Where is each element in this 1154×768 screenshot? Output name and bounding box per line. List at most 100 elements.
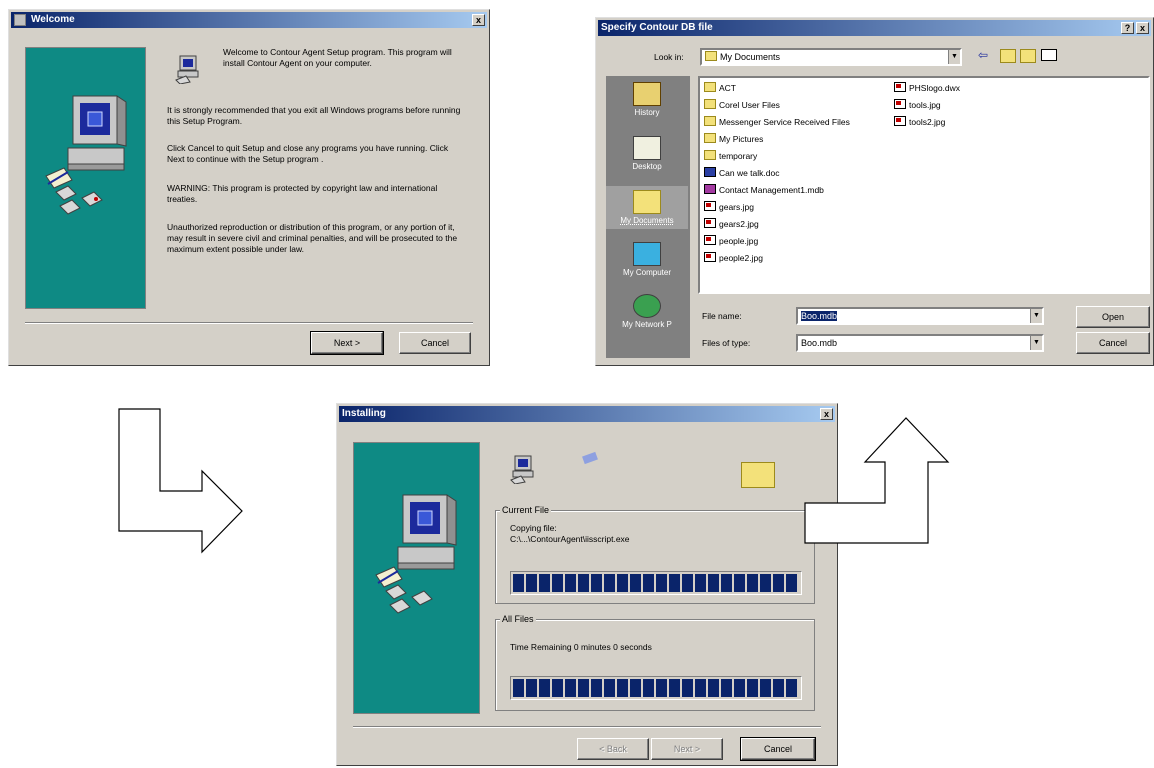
progress-block — [539, 679, 550, 697]
places-bar: History Desktop My Documents My Computer… — [606, 76, 690, 358]
install-icon — [175, 55, 199, 84]
files-of-type-label: Files of type: — [702, 338, 751, 348]
place-network[interactable]: My Network P — [606, 294, 688, 329]
place-desktop[interactable]: Desktop — [606, 136, 688, 171]
installing-window: Installing x Current File Copying file: … — [336, 403, 838, 766]
chevron-down-icon[interactable]: ▼ — [1030, 309, 1042, 323]
file-list-item[interactable]: gears2.jpg — [704, 217, 759, 231]
open-dialog-title: Specify Contour DB file — [601, 22, 713, 33]
file-list-item[interactable]: PHSlogo.dwx — [894, 81, 960, 95]
file-list-item[interactable]: people2.jpg — [704, 251, 763, 265]
progress-block — [786, 574, 797, 592]
place-my-documents[interactable]: My Documents — [606, 186, 688, 229]
progress-block — [513, 574, 524, 592]
progress-block — [786, 679, 797, 697]
open-button[interactable]: Open — [1076, 306, 1150, 328]
computer-illustration-icon — [45, 95, 127, 215]
setup-banner — [353, 442, 480, 714]
progress-block — [721, 679, 732, 697]
image-file-icon — [704, 252, 716, 262]
file-list-item[interactable]: temporary — [704, 149, 757, 163]
progress-block — [721, 574, 732, 592]
chevron-down-icon[interactable]: ▼ — [948, 50, 960, 64]
next-button[interactable]: Next > — [651, 738, 723, 760]
cancel-button[interactable]: Cancel — [1076, 332, 1150, 354]
cancel-button[interactable]: Cancel — [399, 332, 471, 354]
file-list-item[interactable]: ACT — [704, 81, 736, 95]
file-list-item[interactable]: tools.jpg — [894, 98, 941, 112]
close-button[interactable]: x — [472, 14, 485, 26]
progress-block — [617, 679, 628, 697]
image-file-icon — [704, 201, 716, 211]
all-files-label: All Files — [500, 614, 536, 624]
file-name-input[interactable]: Boo.mdb ▼ — [796, 307, 1044, 325]
close-button[interactable]: x — [1136, 22, 1149, 34]
progress-block — [656, 574, 667, 592]
chevron-down-icon[interactable]: ▼ — [1030, 336, 1042, 350]
computer-illustration-icon — [375, 494, 457, 614]
file-name: temporary — [719, 151, 758, 161]
file-name-label: File name: — [702, 311, 742, 321]
file-name: gears.jpg — [719, 202, 754, 212]
folder-icon — [704, 150, 716, 160]
word-doc-icon — [704, 167, 716, 177]
welcome-warning-text: WARNING: This program is protected by co… — [167, 183, 438, 204]
file-name-value: Boo.mdb — [801, 311, 838, 321]
back-arrow-icon[interactable]: ⇦ — [978, 48, 988, 62]
view-menu-icon[interactable] — [1041, 49, 1057, 61]
welcome-title: Welcome — [31, 14, 75, 25]
progress-block — [630, 574, 641, 592]
file-name: people2.jpg — [719, 253, 763, 263]
up-folder-icon[interactable] — [1000, 49, 1016, 63]
flow-arrow-down-right-icon — [118, 408, 243, 554]
file-list-item[interactable]: My Pictures — [704, 132, 763, 146]
help-button[interactable]: ? — [1121, 22, 1134, 34]
progress-block — [578, 574, 589, 592]
progress-block — [565, 574, 576, 592]
files-of-type-select[interactable]: Boo.mdb ▼ — [796, 334, 1044, 352]
progress-block — [513, 679, 524, 697]
file-list-item[interactable]: people.jpg — [704, 234, 758, 248]
progress-block — [643, 574, 654, 592]
place-my-computer[interactable]: My Computer — [606, 242, 688, 277]
progress-block — [656, 679, 667, 697]
next-button[interactable]: Next > — [310, 331, 384, 355]
progress-block — [682, 679, 693, 697]
folder-icon — [704, 82, 716, 92]
image-file-icon — [894, 99, 906, 109]
progress-block — [760, 679, 771, 697]
files-of-type-value: Boo.mdb — [801, 338, 838, 348]
welcome-titlebar[interactable]: Welcome x — [11, 12, 487, 28]
back-button[interactable]: < Back — [577, 738, 649, 760]
all-files-group: All Files Time Remaining 0 minutes 0 sec… — [495, 614, 815, 711]
folder-icon — [704, 133, 716, 143]
progress-block — [708, 679, 719, 697]
progress-block — [552, 679, 563, 697]
file-list-item[interactable]: Contact Management1.mdb — [704, 183, 824, 197]
open-dialog-titlebar[interactable]: Specify Contour DB file ? x — [598, 20, 1151, 36]
welcome-recommend-text: It is strongly recommended that you exit… — [167, 105, 461, 126]
file-name: tools.jpg — [909, 100, 941, 110]
progress-block — [578, 679, 589, 697]
file-name: gears2.jpg — [719, 219, 759, 229]
current-file-label: Current File — [500, 505, 552, 515]
file-list-item[interactable]: Messenger Service Received Files — [704, 115, 850, 129]
progress-block — [552, 574, 563, 592]
progress-block — [591, 679, 602, 697]
file-list-item[interactable]: tools2.jpg — [894, 115, 945, 129]
progress-block — [604, 679, 615, 697]
place-history[interactable]: History — [606, 82, 688, 117]
progress-block — [734, 679, 745, 697]
file-list-item[interactable]: Can we talk.doc — [704, 166, 779, 180]
file-list-item[interactable]: Corel User Files — [704, 98, 780, 112]
all-files-progress — [510, 676, 802, 700]
image-file-icon — [894, 82, 906, 92]
cancel-button[interactable]: Cancel — [740, 737, 816, 761]
new-folder-icon[interactable] — [1020, 49, 1036, 63]
installing-titlebar[interactable]: Installing x — [339, 406, 835, 422]
installing-title: Installing — [342, 408, 386, 419]
file-list-item[interactable]: gears.jpg — [704, 200, 754, 214]
file-name: tools2.jpg — [909, 117, 946, 127]
file-name: Corel User Files — [719, 100, 780, 110]
look-in-dropdown[interactable]: My Documents ▼ — [700, 48, 962, 66]
